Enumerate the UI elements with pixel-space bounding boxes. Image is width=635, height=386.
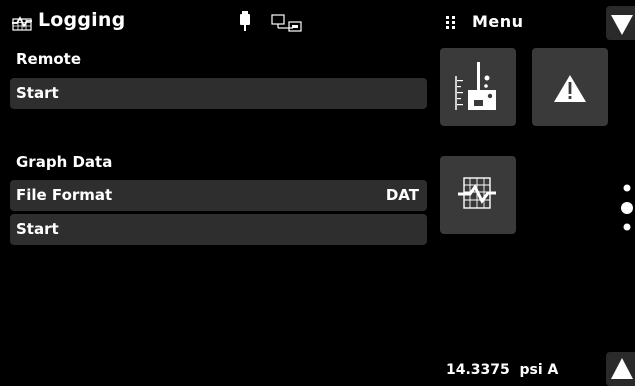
graph-data-tile-button[interactable] <box>440 156 516 234</box>
graph-data-icon <box>458 177 496 209</box>
page-title: Logging <box>38 9 126 31</box>
graph-start-button[interactable]: Start <box>10 214 427 245</box>
usb-plug-icon <box>240 11 250 31</box>
top-bar: Logging Menu <box>0 0 635 42</box>
page-indicator <box>621 184 633 231</box>
pressure-readout: 14.3375 psi A <box>446 362 559 378</box>
scroll-down-button[interactable] <box>606 6 635 40</box>
file-format-label: File Format <box>16 186 113 204</box>
scroll-up-button[interactable] <box>606 352 635 386</box>
page-dot <box>623 184 631 192</box>
file-format-row[interactable]: File Format DAT <box>10 180 427 211</box>
remote-section-label: Remote <box>16 50 82 68</box>
network-icon <box>271 14 302 32</box>
file-format-value: DAT <box>385 186 419 204</box>
page-dot <box>623 223 631 231</box>
warning-tile-button[interactable] <box>532 48 608 126</box>
remote-start-label: Start <box>16 84 59 102</box>
triangle-up-icon <box>611 358 633 379</box>
grid-dots-icon[interactable] <box>445 15 457 29</box>
triangle-down-icon <box>611 15 633 35</box>
remote-start-button[interactable]: Start <box>10 78 427 109</box>
page-dot-current <box>621 202 633 214</box>
logging-grid-icon <box>12 16 32 31</box>
graph-data-section-label: Graph Data <box>16 153 113 171</box>
menu-button[interactable]: Menu <box>472 12 524 31</box>
beaker-tile-button[interactable] <box>440 48 516 126</box>
warning-triangle-icon <box>554 75 586 102</box>
beaker-icon <box>455 62 496 110</box>
graph-start-label: Start <box>16 220 59 238</box>
